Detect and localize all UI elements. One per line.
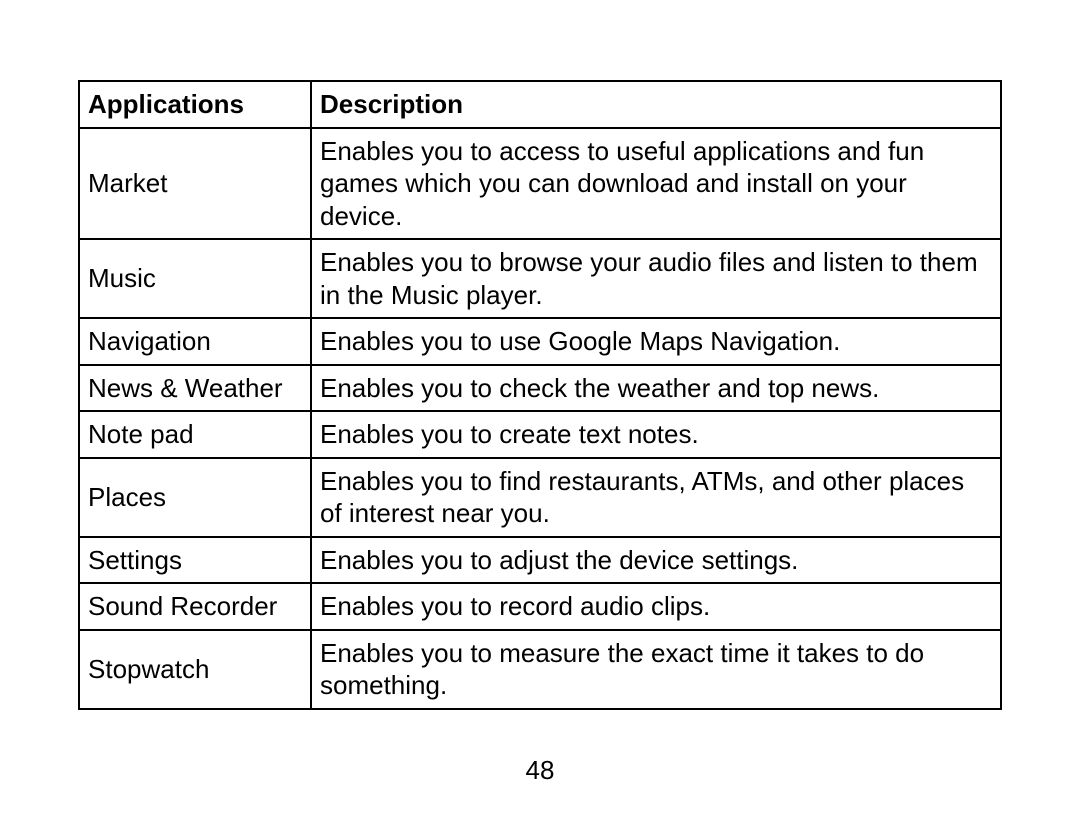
app-name: Market bbox=[79, 128, 311, 240]
app-desc: Enables you to browse your audio files a… bbox=[311, 239, 1001, 318]
applications-table: Applications Description Market Enables … bbox=[78, 80, 1002, 710]
table-row: Stopwatch Enables you to measure the exa… bbox=[79, 630, 1001, 709]
app-name: Navigation bbox=[79, 318, 311, 365]
app-name: Music bbox=[79, 239, 311, 318]
table-row: News & Weather Enables you to check the … bbox=[79, 365, 1001, 412]
app-name: Stopwatch bbox=[79, 630, 311, 709]
table-row: Places Enables you to find restaurants, … bbox=[79, 458, 1001, 537]
app-name: Settings bbox=[79, 537, 311, 584]
table-row: Navigation Enables you to use Google Map… bbox=[79, 318, 1001, 365]
page-number: 48 bbox=[0, 755, 1080, 786]
app-name: Note pad bbox=[79, 411, 311, 458]
table-row: Music Enables you to browse your audio f… bbox=[79, 239, 1001, 318]
app-desc: Enables you to adjust the device setting… bbox=[311, 537, 1001, 584]
app-desc: Enables you to measure the exact time it… bbox=[311, 630, 1001, 709]
app-desc: Enables you to record audio clips. bbox=[311, 583, 1001, 630]
app-name: Places bbox=[79, 458, 311, 537]
table-row: Market Enables you to access to useful a… bbox=[79, 128, 1001, 240]
header-description: Description bbox=[311, 81, 1001, 128]
app-name: News & Weather bbox=[79, 365, 311, 412]
app-desc: Enables you to check the weather and top… bbox=[311, 365, 1001, 412]
table-row: Settings Enables you to adjust the devic… bbox=[79, 537, 1001, 584]
app-desc: Enables you to use Google Maps Navigatio… bbox=[311, 318, 1001, 365]
table-row: Note pad Enables you to create text note… bbox=[79, 411, 1001, 458]
app-desc: Enables you to create text notes. bbox=[311, 411, 1001, 458]
table-header-row: Applications Description bbox=[79, 81, 1001, 128]
app-desc: Enables you to access to useful applicat… bbox=[311, 128, 1001, 240]
app-desc: Enables you to find restaurants, ATMs, a… bbox=[311, 458, 1001, 537]
table-row: Sound Recorder Enables you to record aud… bbox=[79, 583, 1001, 630]
app-name: Sound Recorder bbox=[79, 583, 311, 630]
header-applications: Applications bbox=[79, 81, 311, 128]
